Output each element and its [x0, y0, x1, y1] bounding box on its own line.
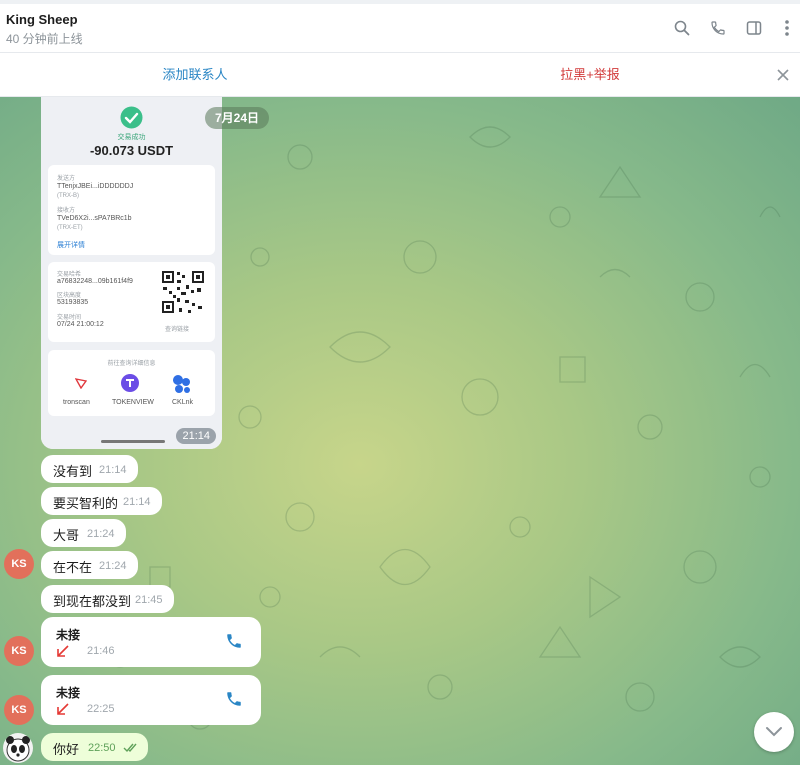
home-indicator: [101, 440, 165, 443]
explorers-label: 前往查询详细信息: [107, 361, 156, 367]
explorer-tokenview: TOKENVIEW: [112, 399, 154, 406]
call-back-icon[interactable]: [225, 632, 243, 650]
message-bubble[interactable]: 大哥 21:24: [41, 519, 126, 547]
block-label: 区块高度: [57, 293, 82, 299]
success-check-icon: [120, 106, 143, 129]
close-icon[interactable]: [774, 66, 792, 84]
sidebar-toggle-icon[interactable]: [742, 16, 766, 40]
transaction-amount: -90.073 USDT: [89, 143, 174, 158]
avatar[interactable]: KS: [4, 549, 34, 579]
block-report-button[interactable]: 拉黑+举报: [410, 53, 770, 97]
hash-value: a76832248...09b161f4f9: [57, 278, 133, 285]
call-back-icon[interactable]: [225, 690, 243, 708]
missed-call-message[interactable]: 未接 22:25: [41, 675, 261, 725]
panda-avatar-icon: [6, 736, 30, 762]
explorer-tronscan: tronscan: [63, 399, 90, 406]
avatar[interactable]: KS: [4, 695, 34, 725]
cklnk-logo-icon: [173, 375, 190, 393]
own-avatar[interactable]: [3, 733, 33, 763]
explorer-cklnk: CKLnk: [172, 399, 194, 406]
message-time: 21:24: [87, 528, 115, 540]
hash-label: 交易哈希: [57, 272, 82, 278]
message-list[interactable]: 交易成功 -90.073 USDT 发送方 TTenjxJBEi...iDDDD…: [0, 97, 800, 765]
chat-header: King Sheep 40 分钟前上线: [0, 0, 800, 53]
phone-icon[interactable]: [706, 16, 730, 40]
outgoing-message-bubble[interactable]: 你好 22:50: [41, 733, 148, 761]
transaction-info-card: 交易哈希 a76832248...09b161f4f9 区块高度 5319383…: [48, 262, 215, 342]
message-text: 在不在: [53, 560, 93, 575]
missed-call-message[interactable]: 未接 21:46: [41, 617, 261, 667]
chevron-down-icon: [766, 727, 782, 737]
message-text: 大哥: [53, 528, 80, 543]
explorer-card: 前往查询详细信息 tronscan TOKENVIEW CKLnk: [48, 350, 215, 416]
address-card: 发送方 TTenjxJBEi...iDDDDDDJ (TRX-B) 接收方 TV…: [48, 165, 215, 255]
message-time: 21:14: [123, 496, 151, 508]
date-separator: 7月24日: [205, 107, 269, 129]
search-icon[interactable]: [670, 16, 694, 40]
transaction-screenshot: 交易成功 -90.073 USDT 发送方 TTenjxJBEi...iDDDD…: [41, 97, 222, 449]
message-time: 21:45: [135, 594, 163, 606]
unknown-contact-bar: 添加联系人 拉黑+举报: [0, 53, 800, 97]
call-time: 22:25: [87, 703, 115, 715]
message-bubble[interactable]: 要买智利的 21:14: [41, 487, 162, 515]
message-text: 没有到: [53, 464, 93, 479]
missed-call-arrow-icon: [57, 703, 69, 715]
message-time: 21:24: [99, 560, 127, 572]
call-time: 21:46: [87, 645, 115, 657]
message-time: 21:14: [176, 428, 216, 444]
call-title: 未接: [56, 628, 81, 642]
call-title: 未接: [56, 686, 81, 700]
message-bubble[interactable]: 在不在 21:24: [41, 551, 138, 579]
scroll-to-bottom-button[interactable]: [754, 712, 794, 752]
avatar[interactable]: KS: [4, 636, 34, 666]
message-text: 到现在都没到: [53, 594, 132, 609]
qr-code-icon: [161, 270, 205, 314]
time-label: 交易时间: [57, 315, 82, 321]
message-text: 你好: [53, 742, 80, 757]
last-seen-status: 40 分钟前上线: [6, 32, 83, 46]
expand-details-link: 展开详情: [57, 242, 85, 249]
transaction-screenshot-message[interactable]: 交易成功 -90.073 USDT 发送方 TTenjxJBEi...iDDDD…: [41, 97, 222, 449]
time-value: 07/24 21:00:12: [57, 321, 104, 328]
read-checkmarks-icon: [123, 743, 137, 753]
block-value: 53193835: [57, 299, 89, 306]
from-tag: (TRX-B): [57, 193, 79, 199]
add-contact-button[interactable]: 添加联系人: [0, 53, 390, 97]
to-address: TVeD6X2i...sPA7BRc1b: [57, 215, 132, 222]
to-label: 接收方: [57, 208, 76, 214]
missed-call-arrow-icon: [57, 645, 69, 657]
to-tag: (TRX-ET): [57, 225, 83, 231]
success-label: 交易成功: [117, 134, 146, 141]
message-bubble[interactable]: 没有到 21:14: [41, 455, 138, 483]
message-bubble[interactable]: 到现在都没到 21:45: [41, 585, 174, 613]
message-time: 21:14: [99, 464, 127, 476]
from-label: 发送方: [57, 176, 76, 182]
query-link-label: 查询链接: [165, 327, 190, 333]
tokenview-logo-icon: [121, 374, 139, 392]
message-text: 要买智利的: [53, 496, 119, 511]
from-address: TTenjxJBEi...iDDDDDDJ: [57, 183, 134, 190]
more-vertical-icon[interactable]: [775, 16, 799, 40]
contact-name[interactable]: King Sheep: [6, 12, 78, 27]
tronscan-logo-icon: [75, 378, 87, 389]
message-time: 22:50: [88, 742, 116, 754]
